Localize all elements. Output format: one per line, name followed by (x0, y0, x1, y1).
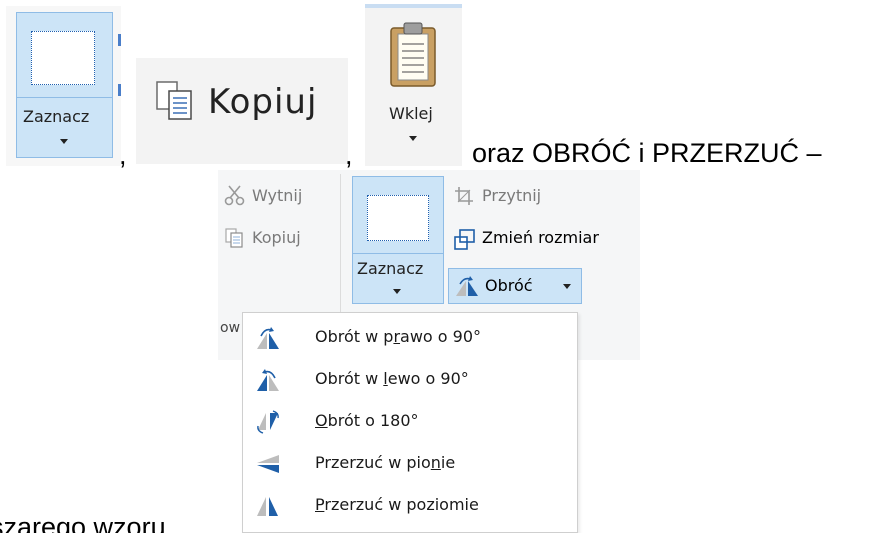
resize-icon (454, 229, 475, 250)
copy-button-screenshot[interactable]: Kopiuj (136, 58, 348, 164)
rotate-menu: Obrót w prawo o 90° Obrót w lewo o 90° O… (242, 312, 578, 533)
select-button[interactable]: Zaznacz (16, 12, 113, 158)
menu-item-rotate-left[interactable]: Obrót w lewo o 90° (243, 359, 577, 401)
rotate-button[interactable]: Obróć (448, 268, 582, 304)
menu-item-rotate-right[interactable]: Obrót w prawo o 90° (243, 317, 577, 359)
chevron-down-icon (563, 284, 571, 289)
rotate-right-icon (257, 327, 279, 349)
comma-2: , (345, 140, 353, 170)
rotate-button-label: Obróć (485, 276, 533, 295)
selection-rect-icon (31, 31, 95, 85)
paste-button-screenshot[interactable]: Wklej (365, 4, 462, 166)
menu-item-rotate-180[interactable]: Obrót o 180° (243, 401, 577, 443)
clipboard-icon (390, 22, 436, 87)
rotate-left-icon (257, 369, 279, 391)
copy-icon (225, 228, 243, 248)
chevron-down-icon (393, 289, 401, 294)
menu-item-flip-vertical[interactable]: Przerzuć w pionie (243, 443, 577, 485)
crop-icon (455, 187, 473, 205)
copy-button-label: Kopiuj (208, 82, 318, 122)
scissors-icon (224, 185, 245, 206)
select-button[interactable]: Zaznacz (352, 176, 444, 304)
chevron-down-icon (409, 136, 417, 141)
selection-rect-icon (367, 195, 429, 241)
rotate-180-icon (257, 410, 279, 434)
rotate-right-icon (456, 276, 478, 296)
group-label-fragment: ow (220, 320, 241, 336)
comma-1: , (119, 140, 127, 170)
crop-button[interactable]: Przytnij (482, 186, 541, 205)
chevron-down-icon (60, 139, 68, 144)
cut-button[interactable]: Wytnij (252, 186, 302, 205)
flip-horizontal-icon (257, 497, 278, 516)
bottom-text-fragment: szarego wzoru (0, 512, 166, 533)
select-button-label: Zaznacz (357, 259, 424, 278)
menu-item-flip-horizontal[interactable]: Przerzuć w poziomie (243, 485, 577, 527)
paste-button-label: Wklej (389, 104, 433, 123)
select-button-screenshot: Zaznacz (6, 6, 121, 166)
sentence-end: oraz OBRÓĆ i PRZERZUĆ – (472, 138, 822, 168)
copy-button[interactable]: Kopiuj (252, 228, 301, 247)
flip-vertical-icon (257, 455, 279, 473)
resize-button[interactable]: Zmień rozmiar (482, 228, 599, 247)
copy-icon (156, 81, 192, 120)
select-button-label: Zaznacz (23, 107, 90, 126)
